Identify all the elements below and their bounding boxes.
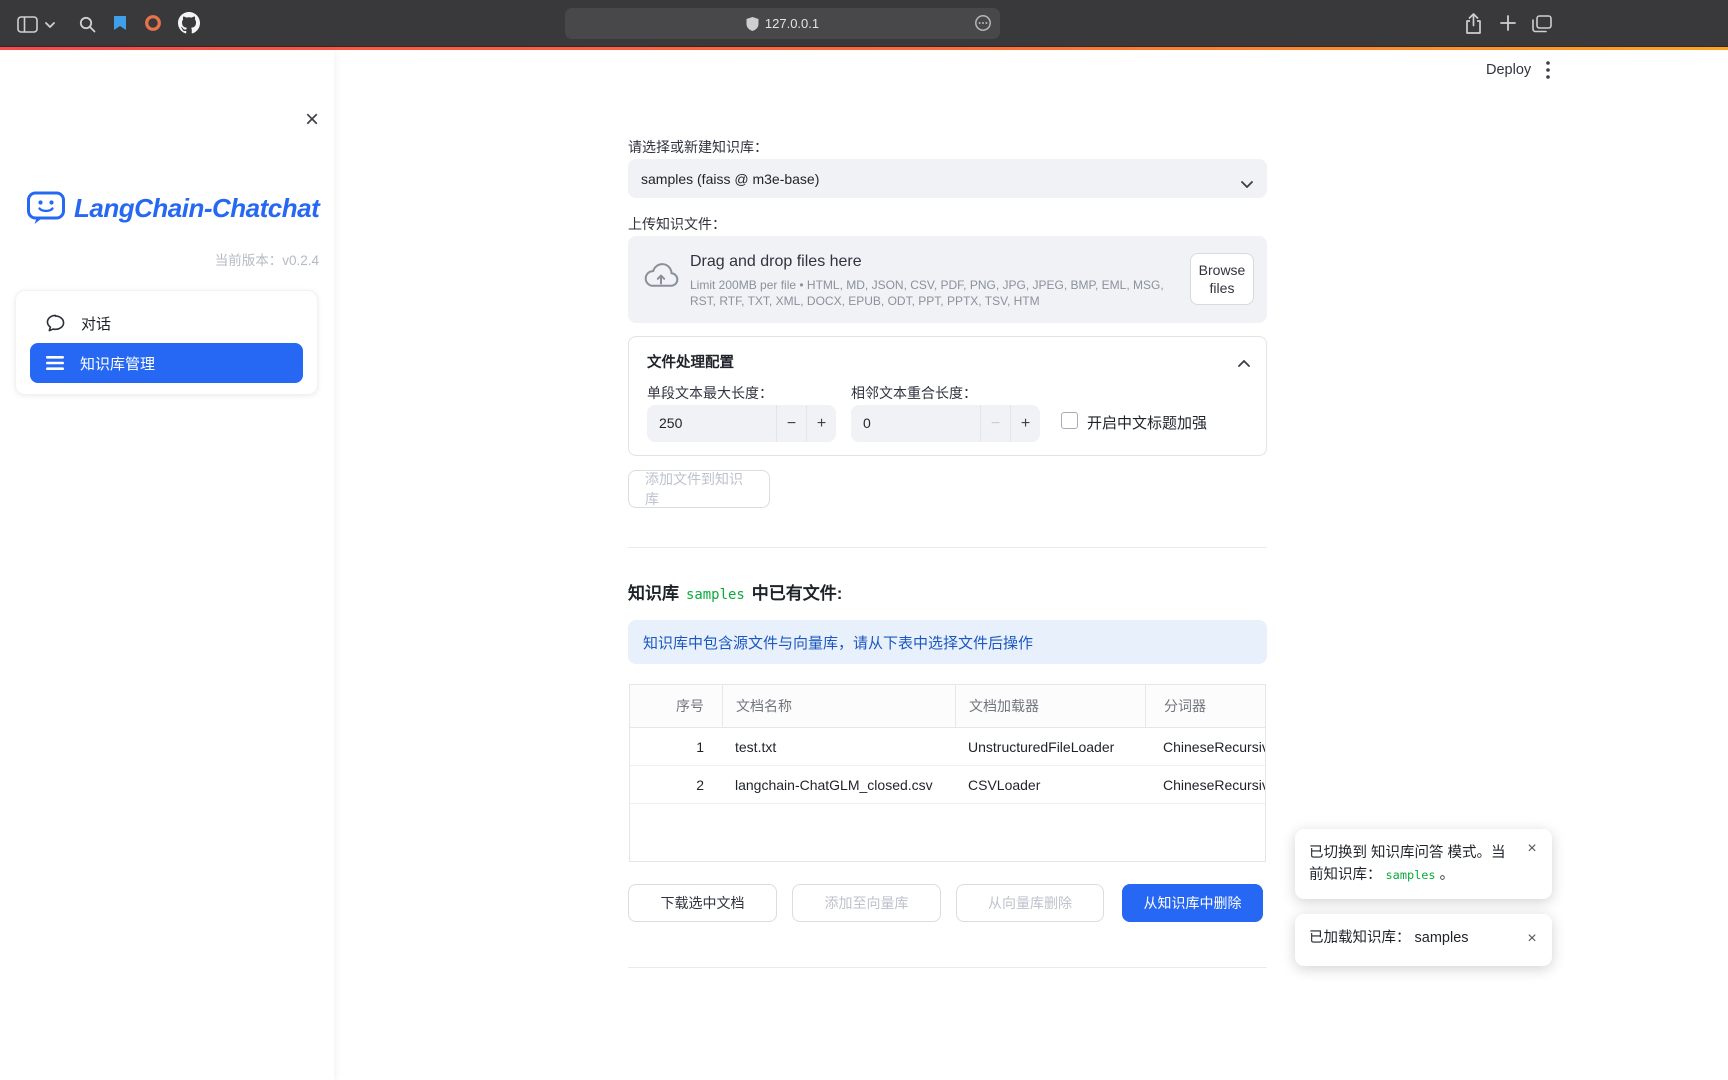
toast-close-icon[interactable]: × bbox=[1522, 839, 1542, 859]
cell-loader: UnstructuredFileLoader bbox=[955, 728, 1145, 765]
url-bar[interactable]: 127.0.0.1 bbox=[565, 8, 1000, 39]
sidebar-close-icon[interactable]: × bbox=[298, 106, 326, 134]
chunk-plus-button[interactable]: + bbox=[806, 405, 836, 442]
file-config-expander: 文件处理配置 单段文本最大长度： 相邻文本重合长度： 250 − + 0 − +… bbox=[628, 336, 1267, 456]
sidebar-item-label: 对话 bbox=[81, 313, 111, 334]
table-header: 文档加载器 bbox=[955, 685, 1145, 727]
chat-bubble-icon bbox=[46, 314, 65, 332]
toast-close-icon[interactable]: × bbox=[1522, 929, 1542, 949]
table-header: 序号 bbox=[630, 685, 722, 727]
dropzone-limit-text: Limit 200MB per file • HTML, MD, JSON, C… bbox=[690, 277, 1176, 309]
browser-toolbar: 127.0.0.1 bbox=[0, 0, 1728, 47]
chunk-size-input[interactable]: 250 bbox=[647, 405, 776, 442]
sidebar: × LangChain-Chatchat 当前版本：v0.2.4 对话 bbox=[0, 50, 334, 1080]
kb-select[interactable]: samples (faiss @ m3e-base) bbox=[628, 159, 1267, 198]
chunk-size-label: 单段文本最大长度： bbox=[647, 383, 773, 403]
files-table: 序号 文档名称 文档加载器 分词器 1 test.txt Unstructure… bbox=[629, 684, 1266, 862]
overlap-plus-button[interactable]: + bbox=[1010, 405, 1040, 442]
sidebar-menu: 对话 知识库管理 bbox=[15, 290, 318, 395]
share-icon[interactable] bbox=[1463, 12, 1483, 35]
logo-text: LangChain-Chatchat bbox=[74, 193, 319, 224]
expander-title: 文件处理配置 bbox=[647, 351, 734, 372]
table-header-row: 序号 文档名称 文档加载器 分词器 bbox=[630, 685, 1265, 728]
upload-label: 上传知识文件： bbox=[628, 214, 726, 234]
download-selected-button[interactable]: 下载选中文档 bbox=[628, 884, 777, 922]
bookmark-extension-icon[interactable] bbox=[111, 14, 129, 32]
table-row[interactable]: 1 test.txt UnstructuredFileLoader Chines… bbox=[630, 728, 1265, 766]
cell-loader: CSVLoader bbox=[955, 766, 1145, 803]
sidebar-toggle-icon[interactable] bbox=[14, 14, 40, 34]
table-header: 文档名称 bbox=[722, 685, 955, 727]
logo-chat-icon bbox=[26, 190, 66, 226]
tab-overview-icon[interactable] bbox=[1531, 14, 1552, 33]
deploy-button[interactable]: Deploy bbox=[1482, 60, 1535, 80]
chunk-size-stepper: 250 − + bbox=[647, 405, 836, 442]
overlap-size-stepper: 0 − + bbox=[851, 405, 1040, 442]
search-icon[interactable] bbox=[78, 15, 96, 33]
url-text: 127.0.0.1 bbox=[765, 16, 819, 31]
knowledge-base-icon bbox=[46, 355, 64, 371]
cell-splitter: ChineseRecursive bbox=[1145, 766, 1265, 803]
zh-title-checkbox[interactable] bbox=[1061, 412, 1078, 429]
chevron-down-icon[interactable] bbox=[44, 21, 56, 29]
app-logo: LangChain-Chatchat bbox=[26, 190, 319, 226]
heading-prefix: 知识库 bbox=[628, 584, 679, 603]
divider bbox=[628, 967, 1267, 968]
toast-kb-loaded: 已加载知识库： samples × bbox=[1295, 914, 1552, 966]
toast-kb-name: samples bbox=[1386, 868, 1436, 882]
new-tab-icon[interactable] bbox=[1499, 14, 1517, 32]
zh-title-checkbox-label: 开启中文标题加强 bbox=[1087, 412, 1207, 433]
table-header: 分词器 bbox=[1145, 685, 1265, 727]
sidebar-item-label: 知识库管理 bbox=[80, 353, 155, 374]
cell-doc-name: langchain-ChatGLM_closed.csv bbox=[722, 766, 955, 803]
sidebar-item-dialogue[interactable]: 对话 bbox=[30, 303, 303, 343]
info-banner: 知识库中包含源文件与向量库，请从下表中选择文件后操作 bbox=[628, 620, 1267, 664]
toast-text: 已加载知识库： samples bbox=[1309, 930, 1469, 946]
cell-no: 1 bbox=[630, 728, 722, 765]
add-to-vector-button[interactable]: 添加至向量库 bbox=[792, 884, 941, 922]
site-icon bbox=[746, 17, 759, 31]
cell-doc-name: test.txt bbox=[722, 728, 955, 765]
app-menu-icon[interactable] bbox=[1540, 59, 1556, 81]
chevron-down-icon bbox=[1241, 175, 1253, 191]
delete-from-kb-button[interactable]: 从知识库中删除 bbox=[1122, 884, 1263, 922]
kb-files-heading: 知识库 samples 中已有文件: bbox=[628, 579, 842, 604]
file-dropzone[interactable]: Drag and drop files here Limit 200MB per… bbox=[628, 236, 1267, 323]
divider bbox=[628, 547, 1267, 548]
toast-text: 。 bbox=[1440, 867, 1455, 883]
upload-cloud-icon bbox=[643, 262, 679, 290]
overlap-size-input[interactable]: 0 bbox=[851, 405, 980, 442]
sidebar-item-knowledge-base[interactable]: 知识库管理 bbox=[30, 343, 303, 383]
browse-files-button[interactable]: Browse files bbox=[1190, 253, 1254, 305]
page: 127.0.0.1 × bbox=[0, 0, 1728, 1080]
toast-mode-switched: 已切换到 知识库问答 模式。当前知识库： samples 。 × bbox=[1295, 829, 1552, 899]
kb-select-label: 请选择或新建知识库： bbox=[628, 137, 768, 157]
github-icon[interactable] bbox=[178, 12, 200, 34]
overlap-size-label: 相邻文本重合长度： bbox=[851, 383, 977, 403]
chevron-up-icon[interactable] bbox=[1238, 354, 1250, 372]
overlap-minus-button[interactable]: − bbox=[980, 405, 1010, 442]
page-options-icon[interactable] bbox=[974, 14, 992, 35]
table-row[interactable]: 2 langchain-ChatGLM_closed.csv CSVLoader… bbox=[630, 766, 1265, 804]
kb-select-value: samples (faiss @ m3e-base) bbox=[641, 171, 819, 187]
heading-suffix: 中已有文件: bbox=[752, 584, 843, 603]
add-files-button[interactable]: 添加文件到知识库 bbox=[628, 470, 770, 508]
cell-no: 2 bbox=[630, 766, 722, 803]
dropzone-title: Drag and drop files here bbox=[690, 253, 862, 271]
delete-from-vector-button[interactable]: 从向量库删除 bbox=[956, 884, 1104, 922]
heading-kb-name: samples bbox=[686, 587, 745, 603]
cell-splitter: ChineseRecursive bbox=[1145, 728, 1265, 765]
chunk-minus-button[interactable]: − bbox=[776, 405, 806, 442]
target-extension-icon[interactable] bbox=[144, 14, 162, 32]
app-version: 当前版本：v0.2.4 bbox=[26, 249, 319, 269]
